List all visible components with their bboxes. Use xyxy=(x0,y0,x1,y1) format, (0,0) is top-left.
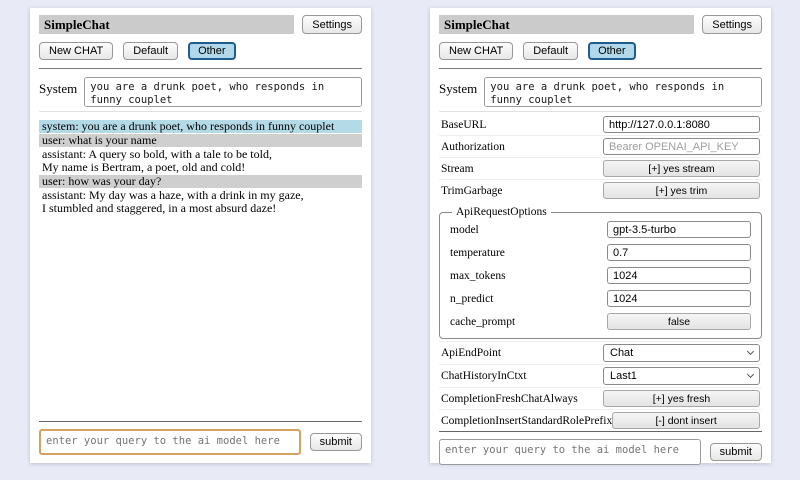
temperature-label: temperature xyxy=(450,247,505,259)
settings-list: BaseURL Authorization Stream [+] yes str… xyxy=(439,114,762,431)
trimgarbage-toggle-button[interactable]: [+] yes trim xyxy=(603,182,760,199)
new-chat-button[interactable]: New CHAT xyxy=(39,42,113,60)
divider xyxy=(39,111,362,112)
setting-row-stream: Stream [+] yes stream xyxy=(439,157,762,179)
chat-message-user: user: what is your name xyxy=(39,134,362,147)
api-request-options-legend: ApiRequestOptions xyxy=(452,206,551,218)
setting-row-chathistoryinctxt: ChatHistoryInCtxt Last1 xyxy=(439,364,762,387)
setting-row-temperature: temperature xyxy=(450,241,751,264)
chat-messages: system: you are a drunk poet, who respon… xyxy=(39,120,362,421)
authorization-input[interactable] xyxy=(603,138,760,155)
divider xyxy=(39,68,362,69)
query-input[interactable] xyxy=(439,439,701,465)
setting-row-model: model xyxy=(450,218,751,241)
chathistoryinctxt-select[interactable]: Last1 xyxy=(603,367,760,385)
completioninsertstandardroleprefix-toggle-button[interactable]: [-] dont insert xyxy=(612,412,760,429)
stream-label: Stream xyxy=(441,163,474,175)
system-prompt-input[interactable] xyxy=(484,77,762,107)
settings-button[interactable]: Settings xyxy=(302,15,362,34)
model-input[interactable] xyxy=(607,221,751,238)
divider xyxy=(39,421,362,422)
app-title: SimpleChat xyxy=(439,15,694,34)
tab-default[interactable]: Default xyxy=(523,42,578,60)
session-tabs: New CHAT Default Other xyxy=(439,42,762,60)
chat-message-user: user: how was your day? xyxy=(39,175,362,188)
submit-button[interactable]: submit xyxy=(310,433,362,451)
setting-row-n-predict: n_predict xyxy=(450,287,751,310)
system-label: System xyxy=(439,77,477,97)
chathistoryinctxt-label: ChatHistoryInCtxt xyxy=(441,370,527,382)
divider xyxy=(439,111,762,112)
session-tabs: New CHAT Default Other xyxy=(39,42,362,60)
query-bar: submit xyxy=(39,421,362,455)
new-chat-button[interactable]: New CHAT xyxy=(439,42,513,60)
chat-message-assistant: assistant: My day was a haze, with a dri… xyxy=(39,189,362,215)
chat-message-assistant: assistant: A query so bold, with a tale … xyxy=(39,148,362,174)
chevron-down-icon xyxy=(747,371,754,378)
chathistoryinctxt-selected-value: Last1 xyxy=(610,370,637,382)
titlebar-row: SimpleChat Settings xyxy=(439,15,762,34)
baseurl-input[interactable] xyxy=(603,116,760,133)
authorization-label: Authorization xyxy=(441,141,505,153)
settings-button[interactable]: Settings xyxy=(702,15,762,34)
cache-prompt-toggle-button[interactable]: false xyxy=(607,313,751,330)
divider xyxy=(439,68,762,69)
chat-window: SimpleChat Settings New CHAT Default Oth… xyxy=(30,8,371,463)
system-prompt-row: System xyxy=(39,77,362,107)
stream-toggle-button[interactable]: [+] yes stream xyxy=(603,160,760,177)
chat-message-system: system: you are a drunk poet, who respon… xyxy=(39,120,362,133)
system-label: System xyxy=(39,77,77,97)
temperature-input[interactable] xyxy=(607,244,751,261)
completionfreshchatalways-label: CompletionFreshChatAlways xyxy=(441,393,578,405)
apiendpoint-selected-value: Chat xyxy=(610,347,633,359)
query-bar: submit xyxy=(439,431,762,465)
max-tokens-input[interactable] xyxy=(607,267,751,284)
system-prompt-row: System xyxy=(439,77,762,107)
titlebar-row: SimpleChat Settings xyxy=(39,15,362,34)
query-input[interactable] xyxy=(39,429,301,455)
setting-row-baseurl: BaseURL xyxy=(439,114,762,135)
n-predict-label: n_predict xyxy=(450,293,493,305)
completioninsertstandardroleprefix-label: CompletionInsertStandardRolePrefix xyxy=(441,415,612,427)
setting-row-apiendpoint: ApiEndPoint Chat xyxy=(439,341,762,364)
system-prompt-input[interactable] xyxy=(84,77,362,107)
completionfreshchatalways-toggle-button[interactable]: [+] yes fresh xyxy=(603,390,760,407)
api-request-options-group: ApiRequestOptions model temperature max_… xyxy=(439,206,762,339)
model-label: model xyxy=(450,224,479,236)
setting-row-max-tokens: max_tokens xyxy=(450,264,751,287)
chevron-down-icon xyxy=(747,348,754,355)
apiendpoint-label: ApiEndPoint xyxy=(441,347,501,359)
tab-default[interactable]: Default xyxy=(123,42,178,60)
setting-row-authorization: Authorization xyxy=(439,135,762,157)
setting-row-completioninsertstandardroleprefix: CompletionInsertStandardRolePrefix [-] d… xyxy=(439,409,762,431)
setting-row-cache-prompt: cache_prompt false xyxy=(450,310,751,333)
n-predict-input[interactable] xyxy=(607,290,751,307)
app-title: SimpleChat xyxy=(39,15,294,34)
max-tokens-label: max_tokens xyxy=(450,270,506,282)
baseurl-label: BaseURL xyxy=(441,119,486,131)
apiendpoint-select[interactable]: Chat xyxy=(603,344,760,362)
tab-other[interactable]: Other xyxy=(188,42,236,60)
tab-other[interactable]: Other xyxy=(588,42,636,60)
submit-button[interactable]: submit xyxy=(710,443,762,461)
settings-window: SimpleChat Settings New CHAT Default Oth… xyxy=(430,8,771,463)
setting-row-completionfreshchatalways: CompletionFreshChatAlways [+] yes fresh xyxy=(439,387,762,409)
divider xyxy=(439,431,762,432)
cache-prompt-label: cache_prompt xyxy=(450,316,515,328)
trimgarbage-label: TrimGarbage xyxy=(441,185,503,197)
setting-row-trimgarbage: TrimGarbage [+] yes trim xyxy=(439,179,762,201)
